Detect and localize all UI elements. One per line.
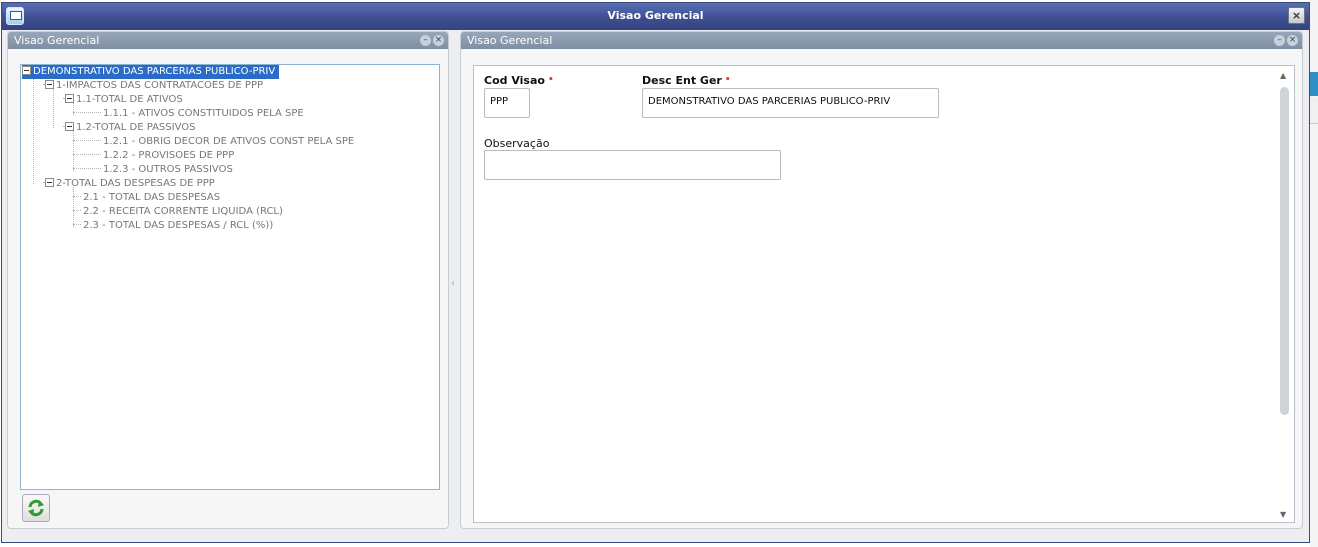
tree-panel-title: Visao Gerencial <box>14 34 100 47</box>
tree-panel-minimize-button[interactable]: – <box>420 35 431 46</box>
cod-visao-label: Cod Visao • <box>484 74 554 87</box>
desc-ent-ger-label: Desc Ent Ger • <box>642 74 731 87</box>
scroll-down-icon[interactable]: ▼ <box>1280 510 1286 519</box>
tree-node[interactable]: 1.2-TOTAL DE PASSIVOS <box>65 121 195 135</box>
tree-node[interactable]: 2.3 - TOTAL DAS DESPESAS / RCL (%)) <box>83 219 273 233</box>
window-close-button[interactable]: × <box>1288 7 1305 24</box>
tree-node[interactable]: 1-IMPACTOS DAS CONTRATACOES DE PPP <box>45 79 263 93</box>
scroll-up-icon[interactable]: ▲ <box>1280 71 1286 80</box>
tree-panel-header: Visao Gerencial – × <box>8 32 448 49</box>
collapse-icon[interactable] <box>45 178 54 187</box>
tree-node-root[interactable]: DEMONSTRATIVO DAS PARCERIAS PUBLICO-PRIV <box>22 65 280 79</box>
collapse-icon[interactable] <box>45 80 54 89</box>
collapse-left-icon: ‹ <box>451 278 455 289</box>
panel-splitter[interactable]: ‹ <box>449 34 460 529</box>
collapse-icon[interactable] <box>65 94 74 103</box>
tree-panel: Visao Gerencial – × DEMONSTRATIVO DAS PA… <box>7 31 449 529</box>
tree-node[interactable]: 2.1 - TOTAL DAS DESPESAS <box>83 191 220 205</box>
tree-node[interactable]: 2-TOTAL DAS DESPESAS DE PPP <box>45 177 215 191</box>
scroll-thumb[interactable] <box>1280 87 1289 415</box>
collapse-icon[interactable] <box>65 122 74 131</box>
refresh-icon <box>28 499 44 517</box>
observacao-label: Observação <box>484 137 550 150</box>
desc-ent-ger-field[interactable]: DEMONSTRATIVO DAS PARCERIAS PUBLICO-PRIV <box>642 88 939 118</box>
detail-panel-minimize-button[interactable]: – <box>1274 35 1285 46</box>
required-marker: • <box>547 75 554 85</box>
tree-node[interactable]: 1.2.1 - OBRIG DECOR DE ATIVOS CONST PELA… <box>103 135 354 149</box>
tree-node[interactable]: 1.1-TOTAL DE ATIVOS <box>65 93 183 107</box>
tree-node[interactable]: 1.2.2 - PROVISOES DE PPP <box>103 149 234 163</box>
cod-visao-field[interactable]: PPP <box>484 88 530 118</box>
required-marker: • <box>724 75 731 85</box>
window-title: Visao Gerencial <box>607 9 704 22</box>
tree-panel-close-button[interactable]: × <box>433 35 444 46</box>
background-edge <box>1310 0 1318 547</box>
tree-node[interactable]: 1.2.3 - OUTROS PASSIVOS <box>103 163 233 177</box>
detail-panel-close-button[interactable]: × <box>1287 35 1298 46</box>
window-titlebar[interactable]: Visao Gerencial × <box>2 3 1309 30</box>
observacao-field[interactable] <box>484 150 781 180</box>
detail-panel-header: Visao Gerencial – × <box>461 32 1302 49</box>
detail-panel: Visao Gerencial – × Cod Visao • PPP Desc … <box>460 31 1303 529</box>
detail-form: Cod Visao • PPP Desc Ent Ger • DEMONSTRATI… <box>473 65 1295 523</box>
tree-view[interactable]: DEMONSTRATIVO DAS PARCERIAS PUBLICO-PRIV… <box>20 64 440 490</box>
refresh-button[interactable] <box>22 494 50 522</box>
collapse-icon[interactable] <box>22 66 31 75</box>
detail-panel-title: Visao Gerencial <box>467 34 553 47</box>
tree-node[interactable]: 2.2 - RECEITA CORRENTE LIQUIDA (RCL) <box>83 205 283 219</box>
tree-node[interactable]: 1.1.1 - ATIVOS CONSTITUIDOS PELA SPE <box>103 107 304 121</box>
form-scrollbar[interactable]: ▲ ▼ <box>1278 69 1291 519</box>
